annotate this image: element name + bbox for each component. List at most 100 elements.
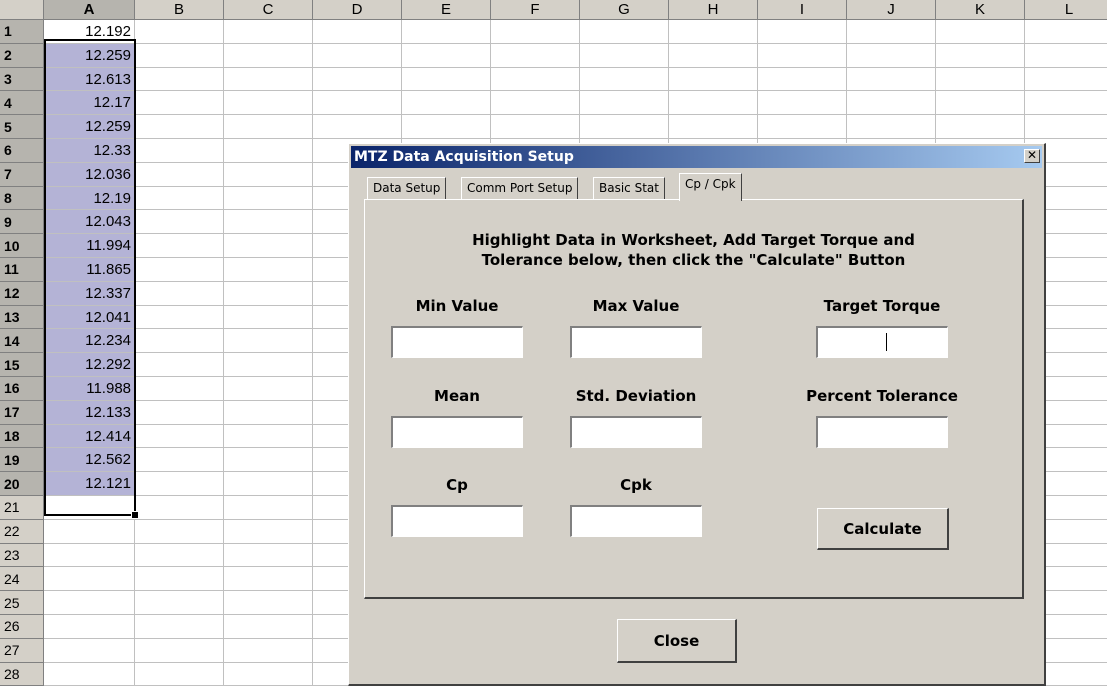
cell-f2[interactable] (491, 43, 580, 68)
cell-c25[interactable] (224, 591, 313, 615)
cell-b18[interactable] (135, 424, 224, 449)
cell-a8[interactable]: 12.19 (44, 186, 135, 211)
cell-b2[interactable] (135, 43, 224, 68)
cell-h4[interactable] (669, 91, 758, 116)
cell-g3[interactable] (580, 67, 669, 92)
cell-b5[interactable] (135, 115, 224, 139)
cell-c5[interactable] (224, 115, 313, 139)
row-header-22[interactable]: 22 (0, 519, 44, 544)
cell-k5[interactable] (936, 115, 1025, 139)
cell-e5[interactable] (402, 115, 491, 139)
cell-l5[interactable] (1025, 115, 1107, 139)
cell-a16[interactable]: 11.988 (44, 377, 135, 401)
cell-g2[interactable] (580, 43, 669, 68)
cell-b23[interactable] (135, 543, 224, 568)
cell-f3[interactable] (491, 67, 580, 92)
cell-c9[interactable] (224, 210, 313, 235)
row-header-25[interactable]: 25 (0, 591, 44, 615)
cell-g4[interactable] (580, 91, 669, 116)
column-header-j[interactable]: J (847, 0, 936, 20)
row-header-18[interactable]: 18 (0, 424, 44, 449)
row-header-7[interactable]: 7 (0, 162, 44, 187)
row-header-20[interactable]: 20 (0, 472, 44, 496)
cell-a20[interactable]: 12.121 (44, 472, 135, 496)
row-header-1[interactable]: 1 (0, 20, 44, 44)
cell-d1[interactable] (313, 20, 402, 44)
column-header-d[interactable]: D (313, 0, 402, 20)
cell-c14[interactable] (224, 329, 313, 354)
cell-f5[interactable] (491, 115, 580, 139)
cell-k1[interactable] (936, 20, 1025, 44)
column-header-g[interactable]: G (580, 0, 669, 20)
cell-c24[interactable] (224, 567, 313, 592)
cell-a24[interactable] (44, 567, 135, 592)
cell-d4[interactable] (313, 91, 402, 116)
row-header-24[interactable]: 24 (0, 567, 44, 592)
cell-l4[interactable] (1025, 91, 1107, 116)
column-header-h[interactable]: H (669, 0, 758, 20)
cell-l2[interactable] (1025, 43, 1107, 68)
cell-a13[interactable]: 12.041 (44, 305, 135, 330)
cell-c18[interactable] (224, 424, 313, 449)
cell-c1[interactable] (224, 20, 313, 44)
cell-a15[interactable]: 12.292 (44, 353, 135, 377)
row-header-17[interactable]: 17 (0, 400, 44, 425)
dialog-titlebar[interactable]: MTZ Data Acquisition Setup ✕ (351, 146, 1042, 168)
cell-g1[interactable] (580, 20, 669, 44)
percent-tolerance-field[interactable] (816, 416, 948, 448)
column-header-a[interactable]: A (44, 0, 135, 20)
cell-c15[interactable] (224, 353, 313, 377)
row-header-14[interactable]: 14 (0, 329, 44, 354)
tab-data-setup[interactable]: Data Setup (367, 177, 447, 199)
cell-a6[interactable]: 12.33 (44, 139, 135, 163)
cell-i3[interactable] (758, 67, 847, 92)
cell-k3[interactable] (936, 67, 1025, 92)
cell-a12[interactable]: 12.337 (44, 281, 135, 306)
cell-a11[interactable]: 11.865 (44, 258, 135, 282)
row-header-4[interactable]: 4 (0, 91, 44, 116)
column-header-i[interactable]: I (758, 0, 847, 20)
cell-a1[interactable]: 12.192 (44, 20, 135, 44)
cell-b1[interactable] (135, 20, 224, 44)
cell-f4[interactable] (491, 91, 580, 116)
cell-a9[interactable]: 12.043 (44, 210, 135, 235)
cell-a26[interactable] (44, 615, 135, 639)
cell-a2[interactable]: 12.259 (44, 43, 135, 68)
cell-a17[interactable]: 12.133 (44, 400, 135, 425)
cell-e3[interactable] (402, 67, 491, 92)
cell-b28[interactable] (135, 662, 224, 687)
tab-cp-cpk[interactable]: Cp / Cpk (679, 173, 742, 201)
cell-d2[interactable] (313, 43, 402, 68)
column-header-l[interactable]: L (1025, 0, 1107, 20)
column-header-e[interactable]: E (402, 0, 491, 20)
cell-h1[interactable] (669, 20, 758, 44)
column-header-b[interactable]: B (135, 0, 224, 20)
cell-f1[interactable] (491, 20, 580, 44)
cell-b21[interactable] (135, 496, 224, 520)
tab-comm-port-setup[interactable]: Comm Port Setup (461, 177, 579, 199)
cell-g5[interactable] (580, 115, 669, 139)
fill-handle[interactable] (131, 511, 139, 519)
cell-i1[interactable] (758, 20, 847, 44)
cell-c28[interactable] (224, 662, 313, 687)
cell-b25[interactable] (135, 591, 224, 615)
cell-h5[interactable] (669, 115, 758, 139)
row-header-13[interactable]: 13 (0, 305, 44, 330)
cell-l3[interactable] (1025, 67, 1107, 92)
cell-j1[interactable] (847, 20, 936, 44)
close-icon[interactable]: ✕ (1024, 149, 1040, 163)
column-header-k[interactable]: K (936, 0, 1025, 20)
max-value-field[interactable] (570, 326, 702, 358)
cell-c20[interactable] (224, 472, 313, 496)
cell-c23[interactable] (224, 543, 313, 568)
cell-i2[interactable] (758, 43, 847, 68)
cell-c6[interactable] (224, 139, 313, 163)
cell-b10[interactable] (135, 234, 224, 258)
cell-c8[interactable] (224, 186, 313, 211)
cell-c13[interactable] (224, 305, 313, 330)
row-header-9[interactable]: 9 (0, 210, 44, 235)
select-all-corner[interactable] (0, 0, 44, 20)
cell-b9[interactable] (135, 210, 224, 235)
cp-field[interactable] (391, 505, 523, 537)
cell-c12[interactable] (224, 281, 313, 306)
